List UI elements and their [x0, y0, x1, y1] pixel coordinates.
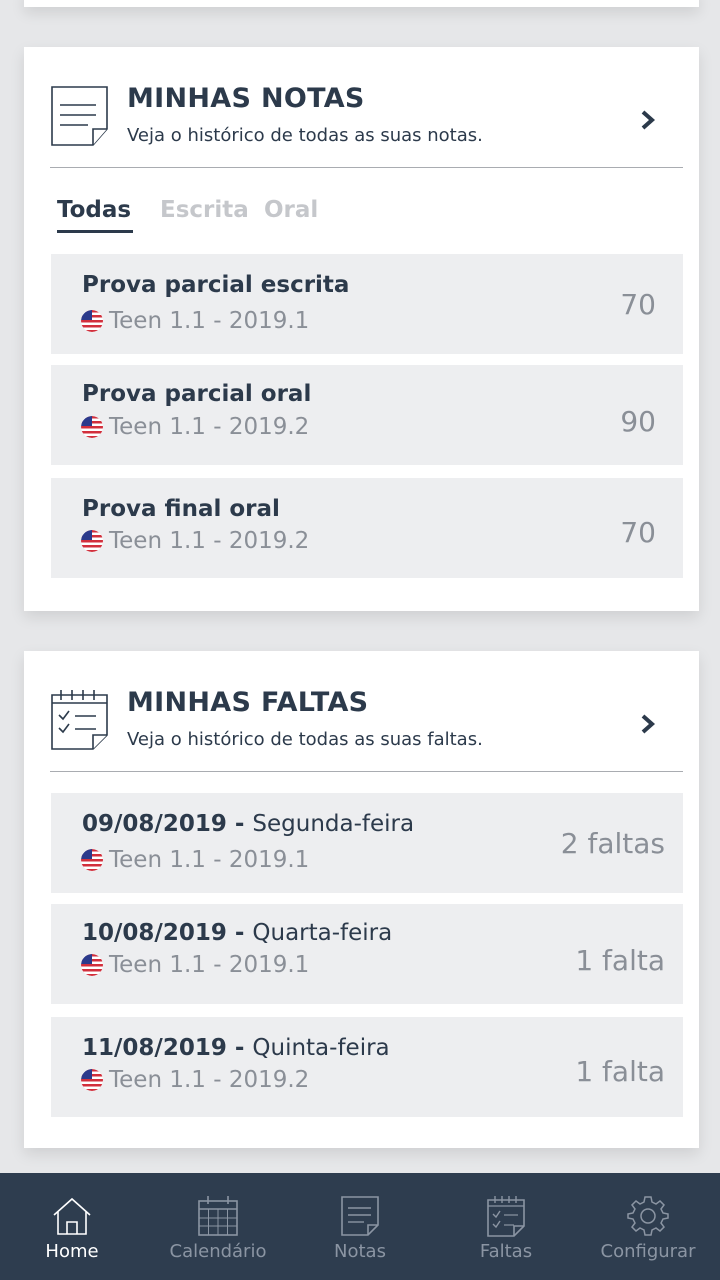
us-flag-icon	[81, 954, 103, 976]
absence-course-label: Teen 1.1 - 2019.1	[109, 847, 310, 873]
absence-row[interactable]: 09/08/2019 - Segunda-feira Teen 1.1 - 20…	[51, 793, 683, 893]
absence-count: 2 faltas	[560, 827, 665, 860]
grade-title: Prova final oral	[82, 496, 280, 522]
grade-row[interactable]: Prova parcial escrita Teen 1.1 - 2019.1 …	[51, 254, 683, 354]
absence-date: 10/08/2019 - Quarta-feira	[82, 920, 393, 946]
grade-course-label: Teen 1.1 - 2019.1	[109, 308, 310, 334]
absence-course-label: Teen 1.1 - 2019.1	[109, 952, 310, 978]
faltas-header[interactable]: MINHAS FALTAS Veja o histórico de todas …	[50, 651, 683, 772]
active-tab-indicator	[57, 230, 133, 233]
absence-date: 11/08/2019 - Quinta-feira	[82, 1035, 390, 1061]
us-flag-icon	[81, 530, 103, 552]
absence-course: Teen 1.1 - 2019.1	[81, 847, 309, 873]
nav-configurar[interactable]: Configurar	[576, 1173, 720, 1280]
faltas-title: MINHAS FALTAS	[127, 687, 369, 718]
grade-value: 90	[620, 405, 656, 438]
tab-escrita[interactable]: Escrita	[160, 197, 249, 223]
chevron-right-icon[interactable]	[639, 109, 657, 131]
grade-course-label: Teen 1.1 - 2019.2	[109, 414, 310, 440]
notas-card: MINHAS NOTAS Veja o histórico de todas a…	[24, 47, 699, 611]
grade-course: Teen 1.1 - 2019.2	[81, 528, 309, 554]
grade-course: Teen 1.1 - 2019.1	[81, 308, 309, 334]
faltas-card: MINHAS FALTAS Veja o histórico de todas …	[24, 651, 699, 1148]
nav-notas-label: Notas	[334, 1241, 386, 1262]
tab-todas[interactable]: Todas	[57, 197, 131, 223]
grade-row[interactable]: Prova final oral Teen 1.1 - 2019.2 70	[51, 478, 683, 578]
absence-date: 09/08/2019 - Segunda-feira	[82, 811, 415, 837]
notas-subtitle: Veja o histórico de todas as suas notas.	[127, 125, 483, 146]
grade-title: Prova parcial oral	[82, 381, 312, 407]
grade-title: Prova parcial escrita	[82, 272, 350, 298]
nav-home[interactable]: Home	[0, 1173, 144, 1280]
home-icon	[53, 1197, 91, 1235]
us-flag-icon	[81, 416, 103, 438]
chevron-right-icon[interactable]	[639, 713, 657, 735]
nav-faltas[interactable]: Faltas	[434, 1173, 578, 1280]
absence-course-label: Teen 1.1 - 2019.2	[109, 1067, 310, 1093]
notas-title: MINHAS NOTAS	[127, 83, 365, 114]
grade-row[interactable]: Prova parcial oral Teen 1.1 - 2019.2 90	[51, 365, 683, 465]
us-flag-icon	[81, 1069, 103, 1091]
notas-header[interactable]: MINHAS NOTAS Veja o histórico de todas a…	[50, 47, 683, 168]
bottom-navigation: Home Calendário Notas Faltas Configurar	[0, 1173, 720, 1280]
absence-count: 1 falta	[575, 1055, 665, 1088]
grade-value: 70	[620, 288, 656, 321]
tab-oral[interactable]: Oral	[264, 197, 318, 223]
grade-course: Teen 1.1 - 2019.2	[81, 414, 309, 440]
us-flag-icon	[81, 310, 103, 332]
nav-configurar-label: Configurar	[600, 1241, 696, 1262]
previous-card	[24, 0, 699, 7]
calendar-icon	[198, 1196, 238, 1236]
nav-faltas-label: Faltas	[479, 1241, 533, 1262]
nav-home-label: Home	[45, 1241, 99, 1262]
calendar-check-icon	[51, 690, 108, 750]
absence-row[interactable]: 11/08/2019 - Quinta-feira Teen 1.1 - 201…	[51, 1017, 683, 1117]
nav-notas[interactable]: Notas	[288, 1173, 432, 1280]
nav-calendario-label: Calendário	[169, 1241, 267, 1262]
absence-row[interactable]: 10/08/2019 - Quarta-feira Teen 1.1 - 201…	[51, 904, 683, 1004]
absences-icon	[487, 1196, 525, 1237]
nav-calendario[interactable]: Calendário	[146, 1173, 290, 1280]
notes-icon	[341, 1196, 379, 1236]
document-icon	[51, 86, 108, 146]
us-flag-icon	[81, 849, 103, 871]
grade-value: 70	[620, 516, 656, 549]
absence-course: Teen 1.1 - 2019.2	[81, 1067, 309, 1093]
grade-course-label: Teen 1.1 - 2019.2	[109, 528, 310, 554]
faltas-subtitle: Veja o histórico de todas as suas faltas…	[127, 729, 483, 750]
gear-icon	[627, 1196, 669, 1236]
absence-count: 1 falta	[575, 944, 665, 977]
absence-course: Teen 1.1 - 2019.1	[81, 952, 309, 978]
